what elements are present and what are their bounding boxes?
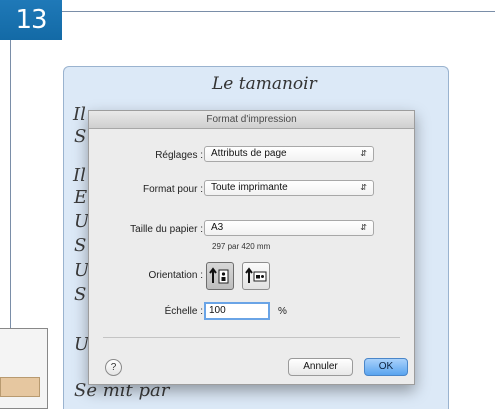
frame-top-border [62, 11, 495, 12]
step-number-badge: 13 [0, 0, 62, 40]
ok-button[interactable]: OK [364, 358, 408, 376]
format-for-value: Toute imprimante [211, 182, 288, 193]
document-line: Il [73, 165, 86, 186]
paper-size-label: Taille du papier : [130, 224, 203, 235]
dialog-divider [103, 337, 400, 338]
landscape-orientation-icon [245, 267, 267, 283]
window-fragment-bar [0, 377, 40, 397]
document-title: Le tamanoir [212, 74, 317, 94]
page-setup-dialog: Format d'impression Réglages : Attributs… [88, 110, 415, 385]
scale-label: Échelle : [164, 306, 203, 317]
paper-size-value: A3 [211, 222, 224, 233]
document-line: U [74, 260, 90, 281]
settings-value: Attributs de page [211, 148, 287, 159]
format-for-label: Format pour : [142, 184, 203, 195]
dialog-title: Format d'impression [89, 111, 414, 129]
portrait-orientation-button[interactable] [206, 262, 234, 290]
document-line: S [74, 126, 87, 147]
up-down-arrows-icon: ⇵ [360, 183, 367, 192]
cancel-button[interactable]: Annuler [288, 358, 353, 376]
document-line: S [74, 235, 87, 256]
paper-size-popup[interactable]: A3 ⇵ [204, 220, 374, 236]
document-line: E [74, 187, 88, 208]
help-button[interactable]: ? [105, 359, 122, 376]
format-for-popup[interactable]: Toute imprimante ⇵ [204, 180, 374, 196]
frame-left-border [10, 40, 11, 330]
orientation-label: Orientation : [148, 270, 203, 281]
portrait-orientation-icon [209, 267, 229, 284]
landscape-orientation-button[interactable] [242, 262, 270, 290]
scale-input[interactable]: 100 [204, 302, 270, 320]
scale-unit: % [278, 306, 287, 317]
document-line: U [74, 211, 90, 232]
document-line: S [74, 284, 87, 305]
document-line: Il [73, 104, 86, 125]
tutorial-page: 13 Le tamanoir Il S Il E U S U S U Se mi… [0, 0, 495, 409]
paper-size-dimensions: 297 par 420 mm [212, 242, 271, 251]
up-down-arrows-icon: ⇵ [360, 149, 367, 158]
settings-popup[interactable]: Attributs de page ⇵ [204, 146, 374, 162]
background-window-fragment [0, 328, 48, 409]
settings-label: Réglages : [155, 150, 203, 161]
up-down-arrows-icon: ⇵ [360, 223, 367, 232]
document-line: U [74, 334, 90, 355]
